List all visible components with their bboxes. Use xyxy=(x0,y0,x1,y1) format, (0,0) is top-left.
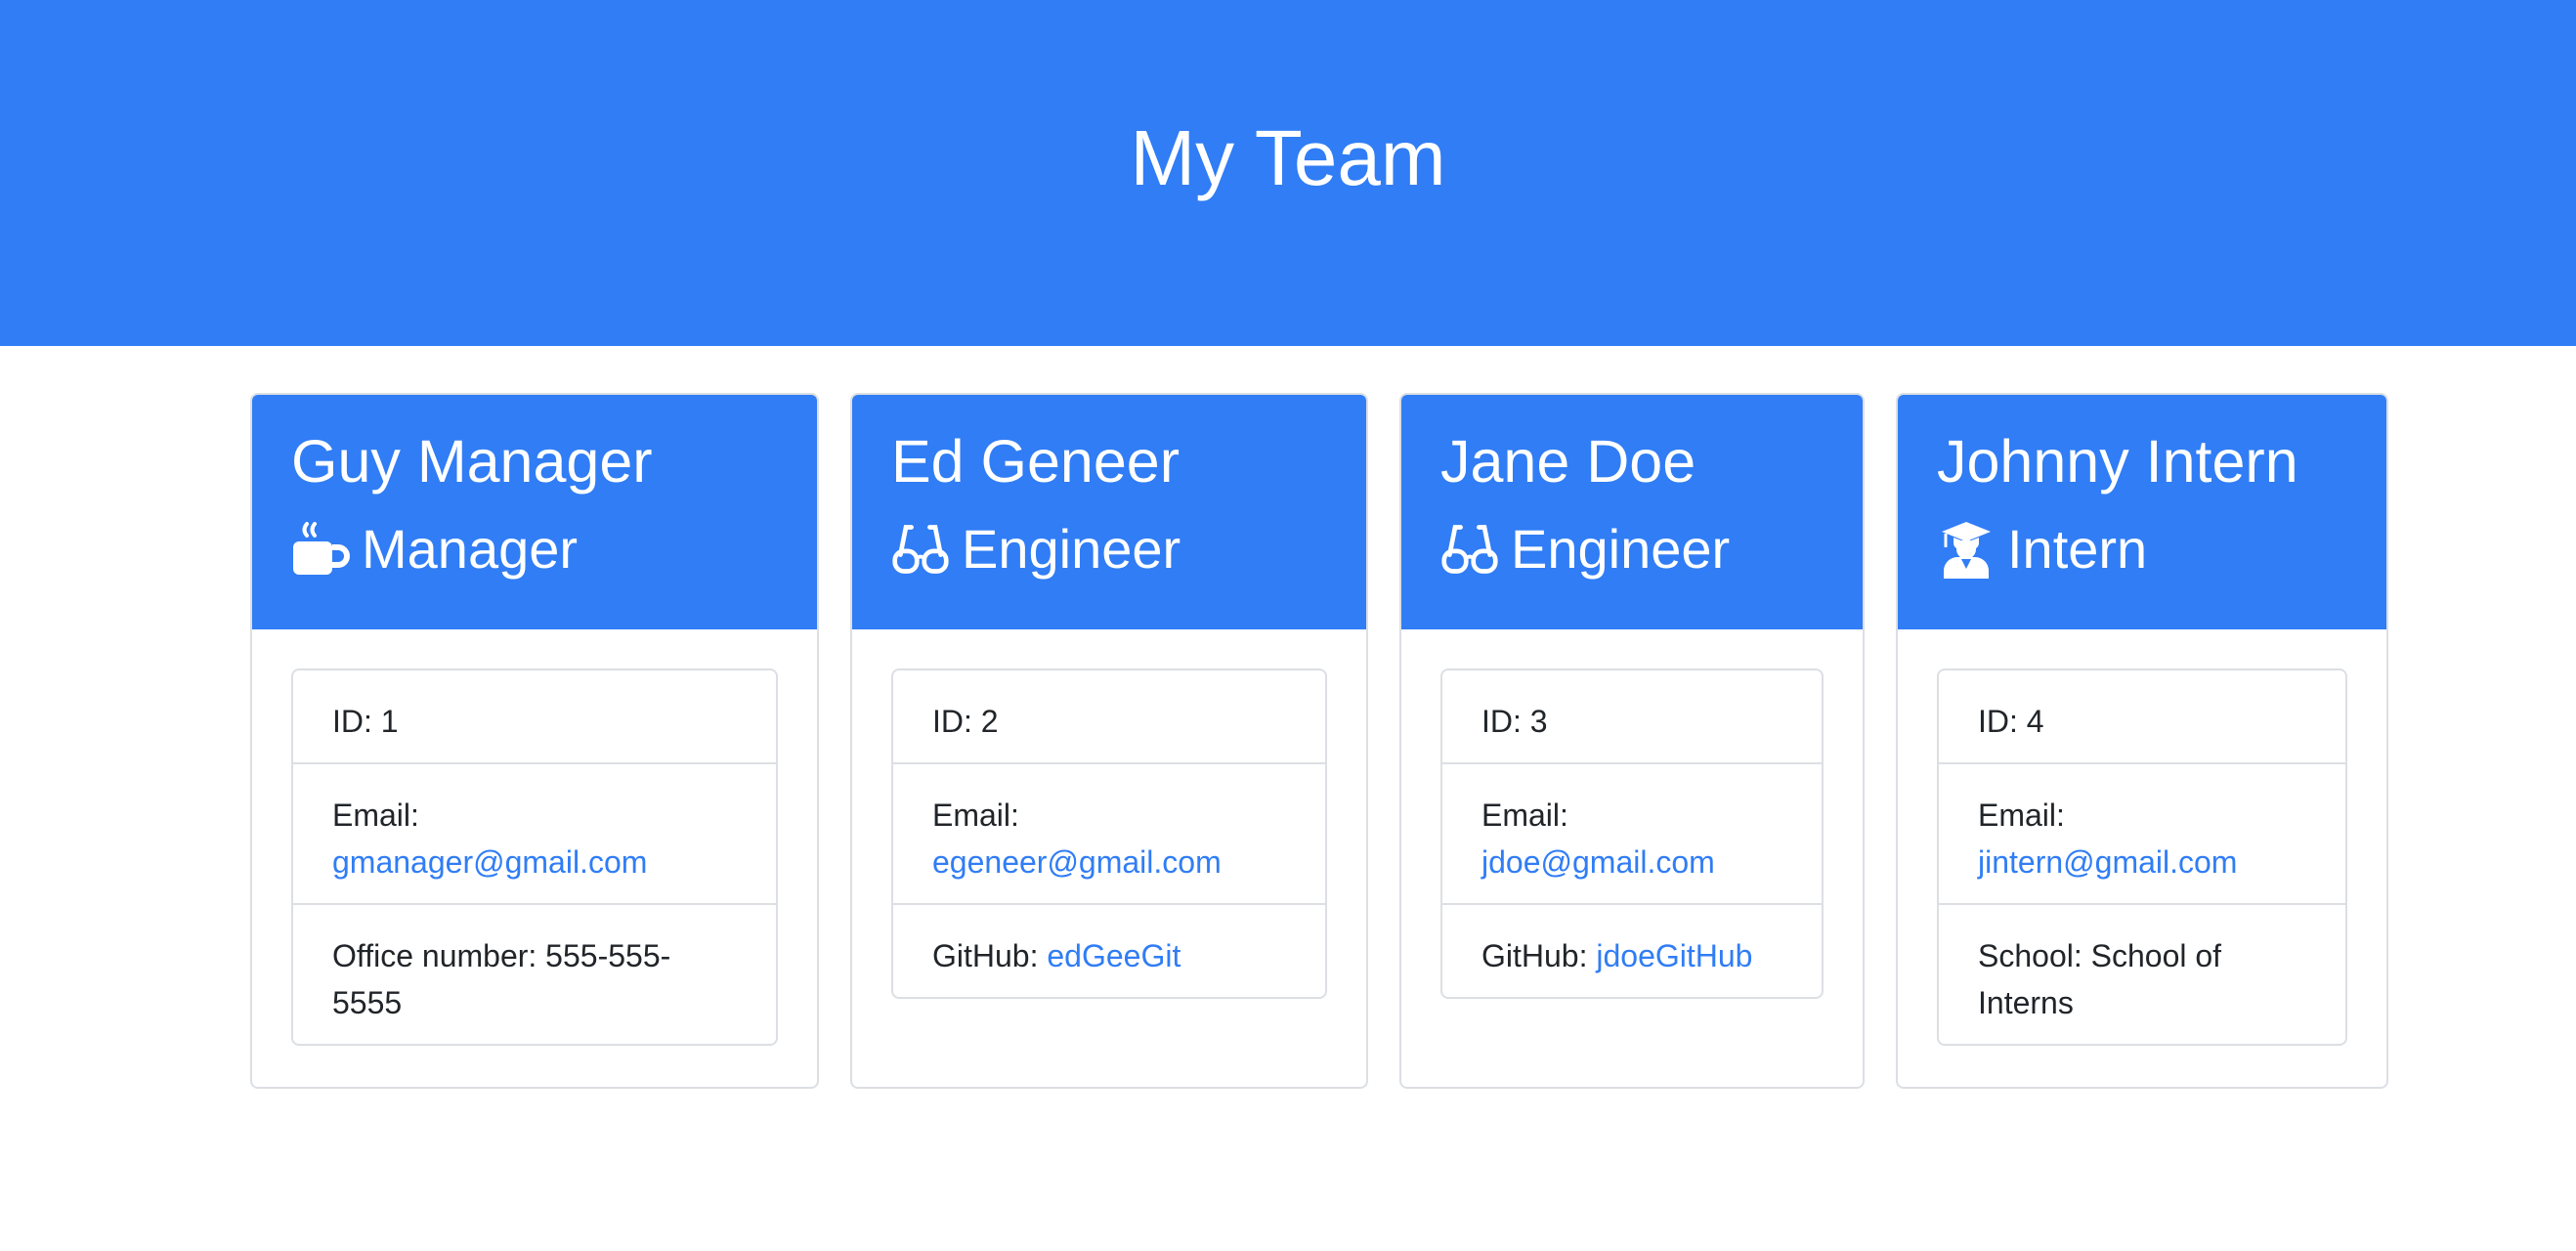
github-label: GitHub: xyxy=(1481,938,1588,973)
employee-name: Guy Manager xyxy=(291,428,653,495)
info-list: ID: 2 Email: egeneer@gmail.com GitHub: e… xyxy=(891,669,1327,999)
card-header: Johnny Intern Intern xyxy=(1898,395,2386,629)
employee-name: Ed Geneer xyxy=(891,428,1181,495)
employee-card-intern: Johnny Intern Intern ID: 4 Email: jinter… xyxy=(1896,393,2388,1089)
graduate-icon xyxy=(1937,520,1996,579)
email-row: Email: gmanager@gmail.com xyxy=(293,764,776,905)
email-row: Email: jintern@gmail.com xyxy=(1939,764,2345,905)
role-label: Intern xyxy=(2007,518,2148,580)
github-row: GitHub: jdoeGitHub xyxy=(1442,905,1822,997)
github-row: GitHub: edGeeGit xyxy=(893,905,1325,997)
role-label: Manager xyxy=(362,518,579,580)
github-link[interactable]: jdoeGitHub xyxy=(1596,938,1752,973)
employee-role: Intern xyxy=(1937,514,2347,584)
email-link[interactable]: jintern@gmail.com xyxy=(1978,839,2306,885)
id-row: ID: 3 xyxy=(1442,670,1822,764)
card-header: Ed Geneer Engineer xyxy=(852,395,1366,629)
card-header: Guy Manager Manager xyxy=(252,395,817,629)
employee-card-engineer: Jane Doe Engineer ID: 3 Email: jdoe@gmai… xyxy=(1399,393,1865,1089)
info-list: ID: 4 Email: jintern@gmail.com School: S… xyxy=(1937,669,2347,1046)
card-body: ID: 1 Email: gmanager@gmail.com Office n… xyxy=(252,629,817,1085)
mug-hot-icon xyxy=(291,520,350,579)
id-row: ID: 4 xyxy=(1939,670,2345,764)
employee-role: Engineer xyxy=(891,514,1327,584)
email-row: Email: jdoe@gmail.com xyxy=(1442,764,1822,905)
employee-name: Jane Doe xyxy=(1440,428,1696,495)
card-body: ID: 3 Email: jdoe@gmail.com GitHub: jdoe… xyxy=(1401,629,1863,1038)
info-list: ID: 1 Email: gmanager@gmail.com Office n… xyxy=(291,669,778,1046)
github-link[interactable]: edGeeGit xyxy=(1047,938,1181,973)
email-label: Email: xyxy=(332,798,419,833)
info-list: ID: 3 Email: jdoe@gmail.com GitHub: jdoe… xyxy=(1440,669,1824,999)
school-label: School: School of xyxy=(1978,938,2222,973)
card-body: ID: 2 Email: egeneer@gmail.com GitHub: e… xyxy=(852,629,1366,1038)
glasses-icon xyxy=(1440,520,1499,579)
employee-card-manager: Guy Manager Manager ID: 1 Email: gmanage… xyxy=(250,393,819,1089)
office-number-value: 5555 xyxy=(332,985,403,1020)
email-label: Email: xyxy=(1481,798,1568,833)
email-link[interactable]: gmanager@gmail.com xyxy=(332,839,737,885)
employee-role: Manager xyxy=(291,514,778,584)
glasses-icon xyxy=(891,520,950,579)
employee-card-engineer: Ed Geneer Engineer ID: 2 Email: egeneer@… xyxy=(850,393,1368,1089)
email-label: Email: xyxy=(1978,798,2065,833)
email-row: Email: egeneer@gmail.com xyxy=(893,764,1325,905)
page-header: My Team xyxy=(0,0,2576,346)
office-number-label: Office number: 555-555- xyxy=(332,938,671,973)
email-link[interactable]: egeneer@gmail.com xyxy=(932,839,1286,885)
school-row: School: School of Interns xyxy=(1939,905,2345,1044)
school-value: Interns xyxy=(1978,985,2074,1020)
role-label: Engineer xyxy=(962,518,1181,580)
office-number-row: Office number: 555-555- 5555 xyxy=(293,905,776,1044)
id-row: ID: 1 xyxy=(293,670,776,764)
employee-name: Johnny Intern xyxy=(1937,428,2298,495)
employee-role: Engineer xyxy=(1440,514,1824,584)
id-row: ID: 2 xyxy=(893,670,1325,764)
github-label: GitHub: xyxy=(932,938,1039,973)
card-header: Jane Doe Engineer xyxy=(1401,395,1863,629)
card-body: ID: 4 Email: jintern@gmail.com School: S… xyxy=(1898,629,2386,1085)
role-label: Engineer xyxy=(1511,518,1731,580)
page-title: My Team xyxy=(1130,114,1446,201)
email-label: Email: xyxy=(932,798,1019,833)
email-link[interactable]: jdoe@gmail.com xyxy=(1481,839,1782,885)
